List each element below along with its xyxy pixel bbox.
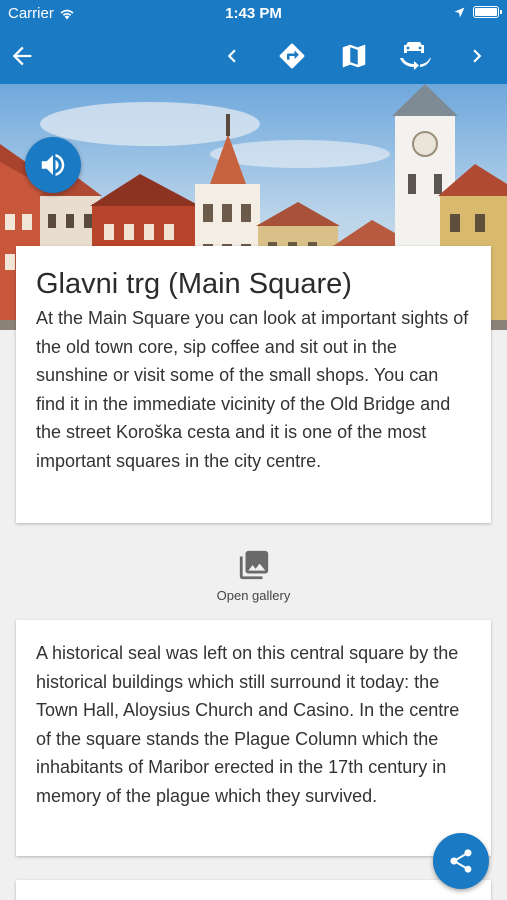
- main-description: At the Main Square you can look at impor…: [36, 308, 469, 471]
- speaker-icon: [41, 154, 65, 176]
- chevron-right-icon: [473, 49, 482, 63]
- history-card: A historical seal was left on this centr…: [16, 620, 491, 856]
- arrow-left-icon: [12, 46, 32, 66]
- status-time: 1:43 PM: [225, 5, 282, 22]
- status-bar: Carrier 1:43 PM: [0, 0, 507, 28]
- open-gallery-label: Open gallery: [216, 588, 291, 603]
- battery-icon: [473, 6, 502, 18]
- directions-button[interactable]: [270, 34, 314, 78]
- map-button[interactable]: [332, 34, 376, 78]
- main-info-card: Glavni trg (Main Square) At the Main Squ…: [16, 246, 491, 523]
- share-button[interactable]: [433, 833, 489, 889]
- gallery-icon: [239, 550, 268, 580]
- chevron-left-icon: [227, 49, 236, 63]
- previous-button[interactable]: [210, 34, 254, 78]
- next-card: [16, 880, 491, 900]
- audio-play-button[interactable]: [25, 137, 81, 193]
- back-button[interactable]: [0, 34, 44, 78]
- next-button[interactable]: [455, 34, 499, 78]
- map-icon: [342, 44, 366, 68]
- car-swap-button[interactable]: [393, 34, 437, 78]
- nav-bar: [0, 28, 507, 84]
- status-right: [454, 6, 502, 18]
- share-icon: [450, 849, 472, 873]
- location-arrow-icon: [454, 7, 465, 17]
- car-swap-icon: [400, 42, 431, 70]
- history-description: A historical seal was left on this centr…: [36, 643, 460, 806]
- page-title: Glavni trg (Main Square): [36, 268, 352, 300]
- directions-icon: [279, 43, 305, 69]
- open-gallery-button[interactable]: Open gallery: [190, 548, 317, 608]
